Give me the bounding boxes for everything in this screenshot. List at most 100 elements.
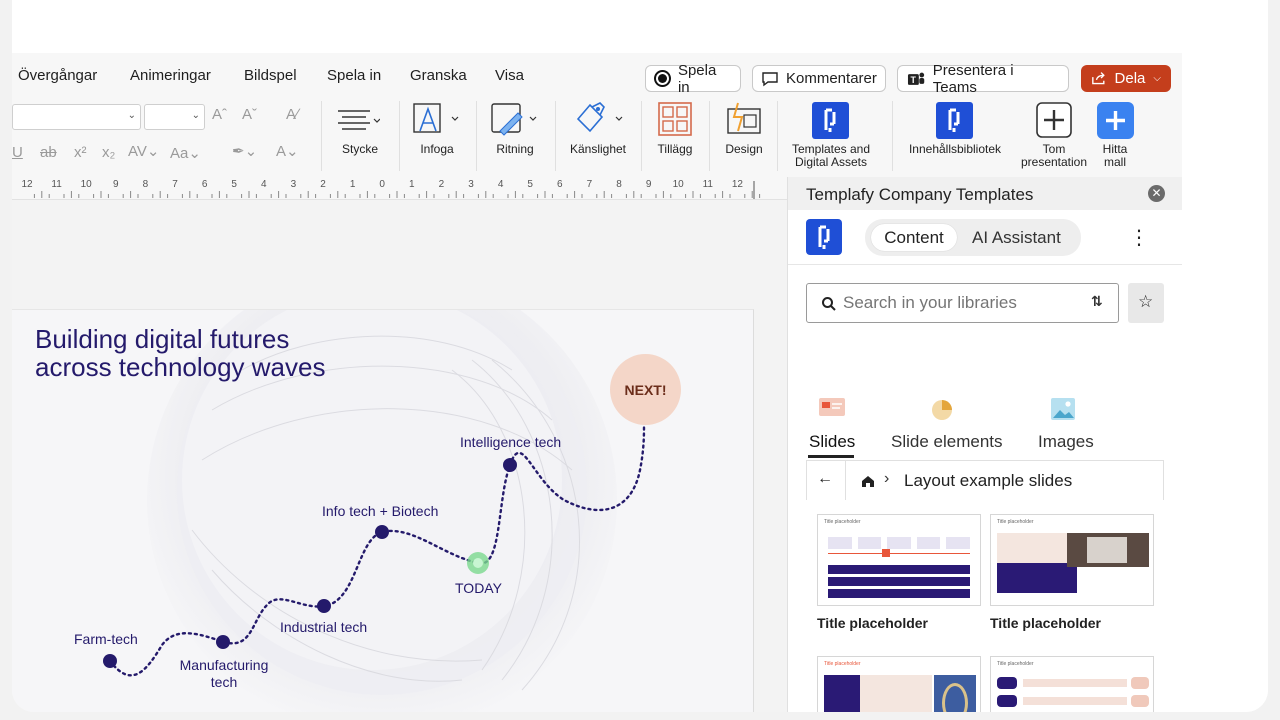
- search-input[interactable]: [843, 292, 1083, 314]
- highlight-icon[interactable]: ✒⌄: [232, 142, 257, 160]
- milestone-dot: [375, 525, 389, 539]
- ruler-label: 4: [261, 179, 267, 190]
- ribbon-home: ⌄ ⌄ Aˆ Aˇ A∕ U ab x² x₂ AV⌄ Aa⌄ ✒⌄ A⌄ St…: [12, 101, 787, 177]
- decrease-font-icon[interactable]: Aˇ: [242, 106, 257, 123]
- blank-presentation-label: Tom presentation: [1020, 142, 1088, 169]
- ruler-label: 11: [703, 179, 714, 190]
- record-icon: [654, 70, 671, 87]
- more-options-icon[interactable]: ⋮: [1129, 225, 1149, 250]
- milestone-dot: [503, 458, 517, 472]
- ruler-label: 0: [379, 179, 385, 190]
- design-button[interactable]: Design: [715, 101, 773, 171]
- templates-digital-assets-button[interactable]: Templates and Digital Assets: [787, 101, 875, 177]
- designer-icon: [727, 102, 761, 134]
- thumbnail-caption: Title placeholder: [817, 615, 928, 631]
- find-template-button[interactable]: Hitta mall: [1093, 101, 1137, 177]
- addins-button[interactable]: Tillägg: [646, 101, 704, 171]
- tab-view[interactable]: Visa: [495, 67, 524, 84]
- slide-thumbnail-1[interactable]: Title placeholder: [817, 514, 981, 606]
- font-family-combo[interactable]: ⌄: [12, 104, 141, 130]
- character-spacing-icon[interactable]: AV⌄: [128, 142, 159, 160]
- close-icon[interactable]: ✕: [1148, 185, 1165, 202]
- templafy-icon: [936, 102, 973, 139]
- seg-ai-assistant[interactable]: AI Assistant: [972, 224, 1061, 251]
- templafy-icon: [812, 102, 849, 139]
- chevron-right-icon: ›: [884, 470, 890, 487]
- title-bar: [12, 0, 1182, 53]
- panel-title: Templafy Company Templates: [806, 185, 1034, 204]
- tab-record[interactable]: Spela in: [327, 67, 381, 84]
- ruler-label: 4: [498, 179, 504, 190]
- draw-icon: [491, 103, 537, 136]
- ruler-label: 12: [21, 179, 33, 190]
- sensitivity-button[interactable]: Känslighet: [562, 101, 634, 171]
- align-icon: [338, 110, 380, 130]
- strikethrough-icon[interactable]: ab: [40, 144, 57, 161]
- ruler-label: 2: [439, 179, 445, 190]
- ruler-label: 10: [81, 179, 93, 190]
- breadcrumb-current: Layout example slides: [904, 471, 1073, 490]
- font-color-icon[interactable]: A⌄: [276, 142, 299, 160]
- chevron-down-icon: ⌄: [127, 110, 136, 121]
- increase-font-icon[interactable]: Aˆ: [212, 106, 227, 123]
- record-label: Spela in: [677, 61, 717, 96]
- paragraph-button[interactable]: Stycke: [328, 101, 392, 171]
- milestone-dot: [103, 654, 117, 668]
- active-underline: [808, 455, 854, 458]
- tab-slideshow[interactable]: Bildspel: [244, 67, 297, 84]
- subscript-icon[interactable]: x₂: [102, 144, 115, 161]
- share-button[interactable]: Dela ⌵: [1081, 65, 1171, 92]
- pie-chart-icon: [932, 400, 952, 420]
- ruler-label: 5: [527, 179, 533, 190]
- milestone-label-farm: Farm-tech: [74, 631, 138, 647]
- superscript-icon[interactable]: x²: [74, 144, 87, 161]
- clear-format-icon[interactable]: A∕: [286, 106, 299, 123]
- present-in-teams-button[interactable]: T Presentera i Teams: [897, 62, 1069, 96]
- slide[interactable]: Building digital futures across technolo…: [12, 309, 754, 712]
- ruler-label: 9: [646, 179, 652, 190]
- change-case-icon[interactable]: Aa⌄: [170, 144, 201, 162]
- draw-button[interactable]: Ritning: [482, 101, 548, 171]
- horizontal-ruler[interactable]: 12 11 10 9 8 7 6 5 4 3 2 1 0 1 2 3 4 5 6 7 8 9 10 11 12: [12, 177, 787, 200]
- favorites-button[interactable]: ☆: [1128, 283, 1164, 323]
- milestone-dot: [317, 599, 331, 613]
- content-library-button[interactable]: Innehållsbibliotek: [899, 101, 1011, 171]
- ruler-label: 8: [143, 179, 149, 190]
- chevron-down-icon[interactable]: ⌵: [1153, 73, 1161, 84]
- star-icon: ☆: [1138, 292, 1154, 311]
- comments-button[interactable]: Kommentarer: [752, 65, 886, 92]
- milestone-label-industrial: Industrial tech: [280, 619, 368, 635]
- sort-icon[interactable]: ⇅: [1091, 293, 1103, 310]
- tab-transitions[interactable]: Övergångar: [18, 67, 97, 84]
- record-button[interactable]: Spela in: [645, 62, 741, 96]
- slide-thumbnail-2[interactable]: Title placeholder: [990, 514, 1154, 606]
- ruler-label: 7: [172, 179, 178, 190]
- seg-content[interactable]: Content: [871, 224, 957, 251]
- milestone-label-intelligence: Intelligence tech: [460, 434, 562, 450]
- underline-icon[interactable]: U: [12, 144, 23, 161]
- ruler-label: 9: [113, 179, 119, 190]
- window-margin: [1182, 53, 1268, 712]
- font-size-combo[interactable]: ⌄: [144, 104, 205, 130]
- app-area: Övergångar Animeringar Bildspel Spela in…: [12, 53, 1183, 712]
- addins-icon: [658, 102, 692, 136]
- sensitivity-icon: [576, 102, 623, 133]
- back-arrow-icon[interactable]: ←: [817, 470, 833, 488]
- slide-thumbnail-4[interactable]: Title placeholder: [990, 656, 1154, 712]
- milestone-label-info-bio: Info tech + Biotech: [322, 503, 439, 519]
- slide-thumbnail-3[interactable]: Title placeholder: [817, 656, 981, 712]
- share-label: Dela: [1114, 70, 1146, 87]
- slide-elements-label: Slide elements: [891, 432, 1003, 451]
- home-icon[interactable]: [860, 473, 876, 489]
- tab-review[interactable]: Granska: [410, 67, 467, 84]
- content-library-label: Innehållsbibliotek: [908, 142, 1002, 156]
- ruler-label: 6: [557, 179, 563, 190]
- design-label: Design: [725, 142, 763, 156]
- blank-presentation-button[interactable]: Tom presentation: [1015, 101, 1093, 177]
- search-box[interactable]: ⇅: [806, 283, 1119, 323]
- ruler-label: 2: [320, 179, 326, 190]
- sensitivity-label: Känslighet: [569, 142, 627, 156]
- add-document-icon: [1036, 102, 1072, 138]
- tab-animations[interactable]: Animeringar: [130, 67, 211, 84]
- insert-button[interactable]: Infoga: [404, 101, 470, 171]
